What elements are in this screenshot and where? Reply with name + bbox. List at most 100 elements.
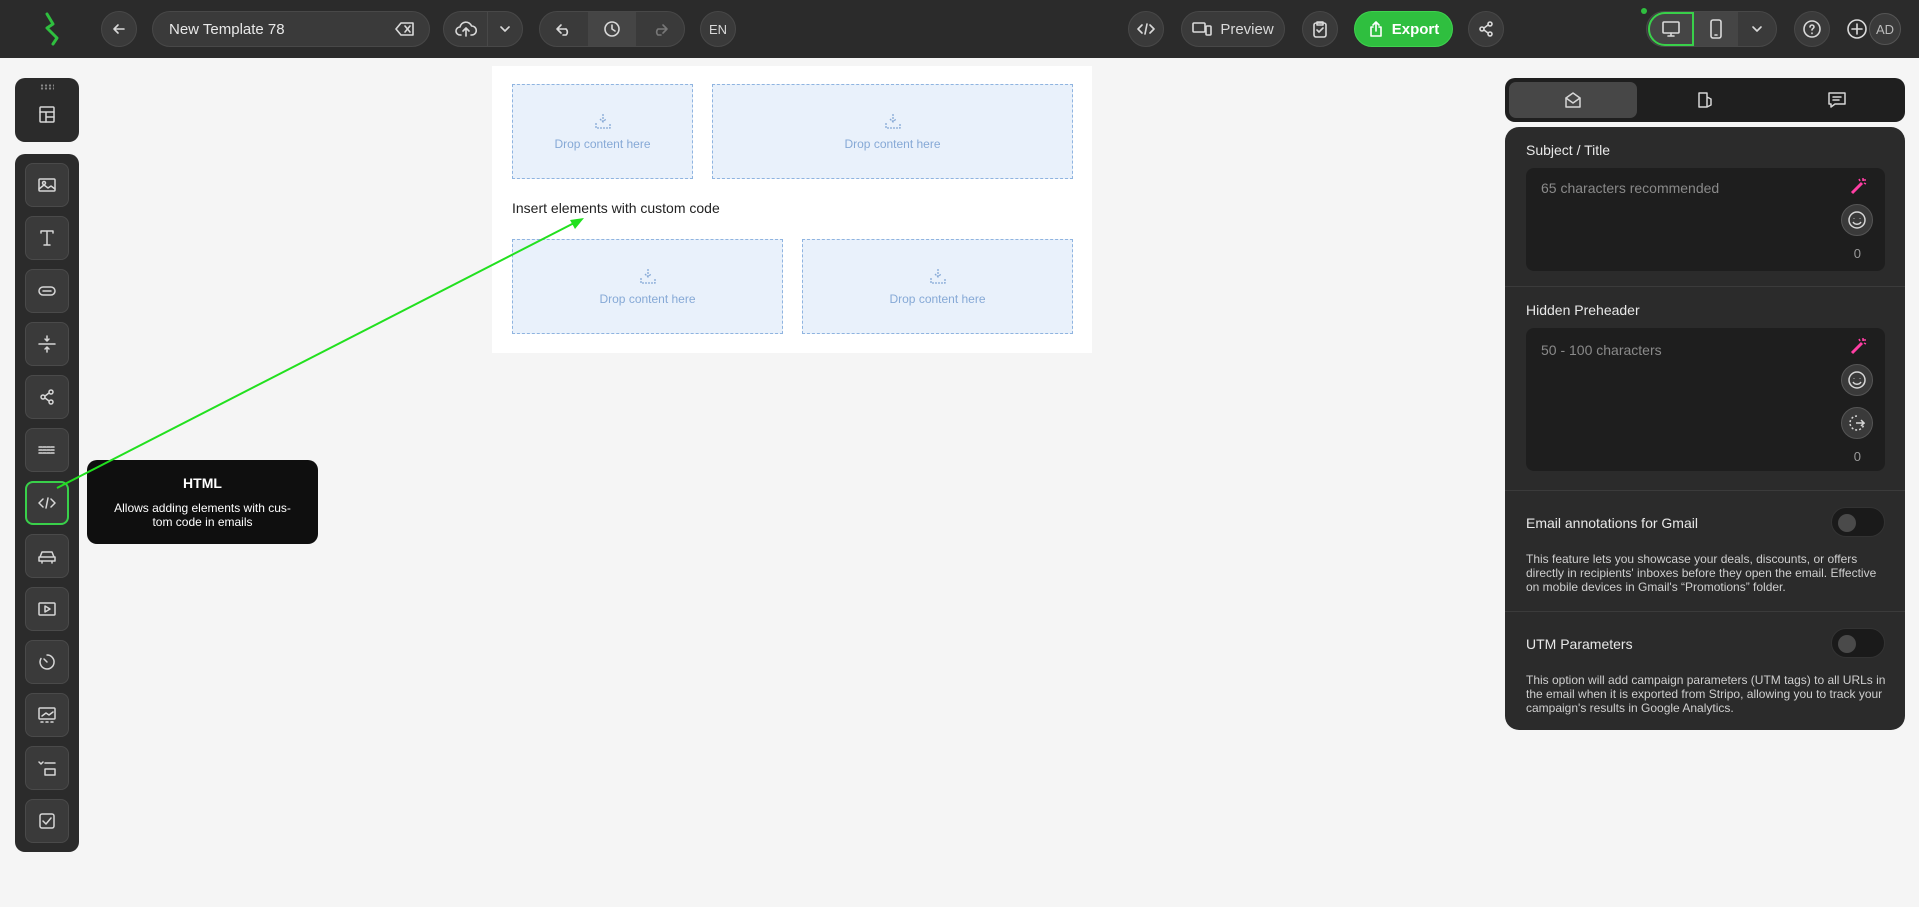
gmail-annotations-toggle[interactable] — [1831, 507, 1885, 537]
device-toggle-group — [1646, 11, 1777, 47]
emoji-button[interactable] — [1841, 204, 1873, 236]
history-button-group — [539, 11, 685, 47]
test-email-button[interactable] — [1302, 11, 1338, 47]
magic-wand-icon[interactable] — [1849, 336, 1869, 356]
drop-label: Drop content here — [554, 136, 651, 151]
template-name-field[interactable]: New Template 78 — [152, 11, 430, 47]
tab-comments[interactable] — [1773, 82, 1901, 118]
blocks-toolbar — [15, 154, 79, 852]
preheader-input[interactable]: 50 - 100 characters 0 — [1526, 328, 1885, 471]
tab-appearance[interactable] — [1641, 82, 1769, 118]
preheader-placeholder: 50 - 100 characters — [1541, 342, 1662, 358]
export-button[interactable]: Export — [1354, 11, 1453, 47]
divider — [1505, 286, 1905, 287]
devices-icon — [1192, 22, 1213, 36]
spacer-block-button[interactable] — [25, 322, 69, 366]
emoji-button[interactable] — [1841, 364, 1873, 396]
help-button[interactable] — [1794, 11, 1830, 47]
save-to-cloud-button[interactable] — [444, 12, 488, 46]
social-block-button[interactable] — [25, 375, 69, 419]
avatar-initials: AD — [1869, 13, 1901, 45]
preheader-label: Hidden Preheader — [1526, 302, 1640, 318]
history-button[interactable] — [588, 12, 636, 46]
checkbox-icon — [39, 813, 55, 829]
preview-button[interactable]: Preview — [1181, 11, 1285, 47]
preview-label: Preview — [1220, 20, 1274, 38]
stripo-logo[interactable] — [34, 11, 70, 47]
export-label: Export — [1391, 20, 1440, 38]
desktop-view-button[interactable] — [1647, 12, 1694, 46]
undo-button[interactable] — [540, 12, 588, 46]
download-icon — [594, 113, 611, 129]
text-icon — [40, 230, 54, 246]
preheader-char-count: 0 — [1853, 449, 1861, 464]
comments-icon — [1828, 92, 1846, 108]
banner-block-button[interactable] — [25, 693, 69, 737]
redo-button[interactable] — [636, 12, 684, 46]
template-name[interactable]: New Template 78 — [169, 21, 285, 38]
clear-icon[interactable] — [395, 21, 415, 37]
divider — [1505, 490, 1905, 491]
chevron-down-icon[interactable] — [1738, 12, 1776, 46]
video-block-button[interactable] — [25, 587, 69, 631]
timer-block-button[interactable] — [25, 640, 69, 684]
drop-zone[interactable]: Drop content here — [712, 84, 1073, 179]
text-block-button[interactable] — [25, 216, 69, 260]
menu-icon — [38, 446, 56, 454]
settings-tabs — [1505, 78, 1905, 122]
button-block-button[interactable] — [25, 269, 69, 313]
chevron-down-icon[interactable] — [488, 12, 522, 46]
language-label: EN — [708, 21, 728, 37]
emoji-icon — [1848, 371, 1866, 389]
tab-email-settings[interactable] — [1509, 82, 1637, 118]
magic-wand-icon[interactable] — [1849, 176, 1869, 196]
save-button-group — [443, 11, 523, 47]
subject-placeholder: 65 characters recommended — [1541, 180, 1720, 196]
html-block-tooltip: HTML Allows adding elements with cus-tom… — [87, 460, 318, 544]
settings-panel: Subject / Title 65 characters recommende… — [1505, 127, 1905, 730]
email-canvas: Drop content here Drop content here Inse… — [492, 66, 1092, 353]
amp-accordion-button[interactable] — [25, 746, 69, 790]
avatar[interactable]: AD — [1860, 11, 1910, 47]
subject-input[interactable]: 65 characters recommended 0 — [1526, 168, 1885, 271]
menu-block-button[interactable] — [25, 428, 69, 472]
button-icon — [38, 286, 56, 296]
dotted-arrow-icon — [1849, 415, 1866, 431]
html-block-button[interactable] — [25, 481, 69, 525]
download-icon — [884, 113, 901, 129]
drop-label: Drop content here — [599, 291, 696, 306]
product-block-button[interactable] — [25, 534, 69, 578]
car-icon — [38, 551, 56, 564]
tooltip-description: Allows adding elements with cus-tom code… — [114, 501, 291, 529]
mobile-view-button[interactable] — [1693, 12, 1738, 46]
gmail-annotations-label: Email annotations for Gmail — [1526, 515, 1698, 531]
drop-label: Drop content here — [844, 136, 941, 151]
drop-label: Drop content here — [889, 291, 986, 306]
banner-icon — [38, 707, 56, 723]
utm-parameters-toggle[interactable] — [1831, 628, 1885, 658]
drop-zone[interactable]: Drop content here — [512, 239, 783, 334]
image-icon — [38, 178, 56, 192]
status-dot — [1641, 8, 1647, 14]
drop-zone[interactable]: Drop content here — [802, 239, 1073, 334]
code-icon — [38, 497, 56, 509]
structures-panel — [15, 78, 79, 142]
code-editor-button[interactable] — [1128, 11, 1164, 47]
structures-button[interactable] — [25, 92, 69, 136]
back-button[interactable] — [101, 11, 137, 47]
insert-merge-tag-button[interactable] — [1841, 407, 1873, 439]
download-icon — [929, 268, 946, 284]
drop-zone[interactable]: Drop content here — [512, 84, 693, 179]
subject-label: Subject / Title — [1526, 142, 1611, 158]
share-icon — [40, 389, 54, 405]
tooltip-title: HTML — [183, 475, 222, 491]
email-settings-icon — [1565, 92, 1581, 108]
custom-code-text[interactable]: Insert elements with custom code — [512, 200, 720, 216]
amp-form-button[interactable] — [25, 799, 69, 843]
drag-handle-icon[interactable] — [40, 84, 54, 90]
language-button[interactable]: EN — [700, 11, 736, 47]
share-upload-icon — [1369, 21, 1382, 37]
share-button[interactable] — [1468, 11, 1504, 47]
spacer-icon — [38, 335, 56, 353]
image-block-button[interactable] — [25, 163, 69, 207]
